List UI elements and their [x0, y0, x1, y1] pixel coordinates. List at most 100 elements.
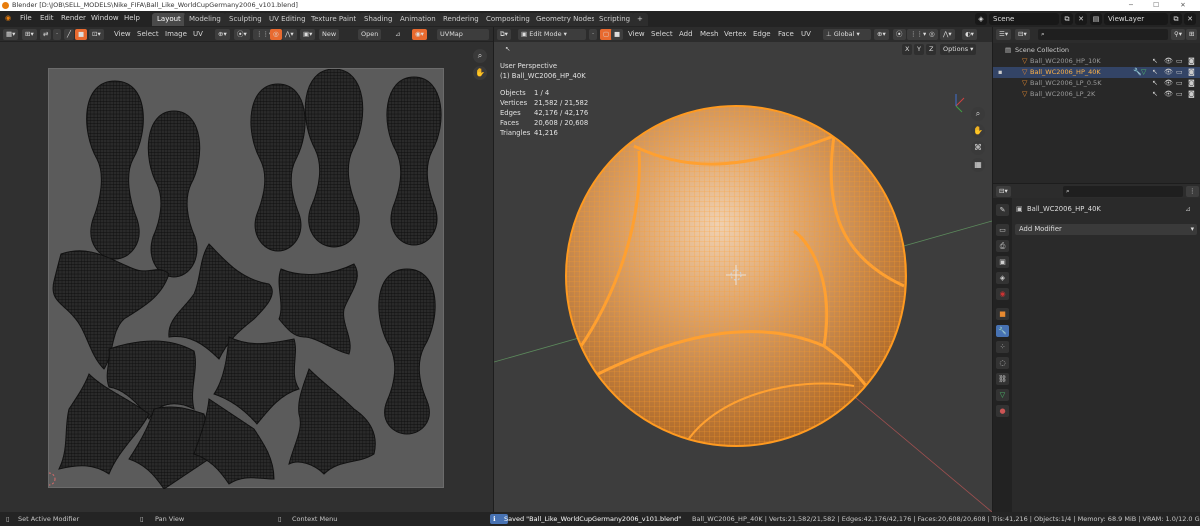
maximize-button[interactable]: ☐ [1145, 0, 1167, 11]
tab-sculpting[interactable]: Sculpting [224, 13, 267, 26]
vp-snap-icon[interactable]: ⦿ [893, 29, 906, 40]
outliner-row-object[interactable]: ▽ Ball_WC2006_LP_0.5K ↖ 👁 ▭ ◙ [993, 78, 1200, 89]
tab-scripting[interactable]: Scripting [594, 13, 636, 26]
outliner-row-object[interactable]: ▽ Ball_WC2006_LP_2K ↖ 👁 ▭ ◙ [993, 89, 1200, 100]
minimize-button[interactable]: ─ [1120, 0, 1142, 11]
modifier-tab-icon[interactable]: 🔧 [996, 325, 1009, 337]
new-viewlayer-icon[interactable]: ⧉ [1170, 13, 1182, 25]
delete-scene-icon[interactable]: ✕ [1075, 13, 1087, 25]
outliner-row-object-active[interactable]: ▪ ▽ Ball_WC2006_HP_40K 🔧 ▽ ↖ 👁 ▭ ◙ [993, 67, 1200, 78]
camera-view-icon[interactable]: ⌘ [971, 141, 985, 155]
render-monitor-icon[interactable]: ▭ [1176, 67, 1183, 78]
vp-overlays-icon[interactable]: ◐▾ [962, 29, 977, 40]
outliner-row-scene-collection[interactable]: ▤ Scene Collection [993, 45, 1200, 56]
properties-options-icon[interactable]: ⋮ [1186, 186, 1199, 197]
visibility-eye-icon[interactable]: 👁 [1164, 56, 1173, 67]
outliner-panel[interactable]: ☰▾ ⊟▾ ⌕ ⚲▾ ⊞ ▤ Scene Collection ▽ Ball_W… [993, 27, 1200, 183]
tab-compositing[interactable]: Compositing [481, 13, 535, 26]
physics-tab-icon[interactable]: ◌ [996, 357, 1009, 369]
uv-layout-canvas[interactable] [42, 68, 444, 490]
viewport-pan-icon[interactable]: ✋ [971, 124, 985, 138]
face-select-icon[interactable]: ■ [75, 29, 88, 40]
uvmap-field[interactable]: UVMap [437, 29, 489, 40]
vp-proportional-icon[interactable]: ◎ [926, 29, 938, 40]
data-tab-icon[interactable]: ▽ [996, 389, 1009, 401]
vp-menu-vertex[interactable]: Vertex [724, 30, 747, 38]
select-arrow-icon[interactable]: ↖ [1152, 78, 1158, 89]
render-camera-icon[interactable]: ◙ [1188, 78, 1195, 89]
vp-vertex-select-icon[interactable]: · [589, 29, 598, 40]
uv-editor-area[interactable]: ▦▾ ⊞▾ ⇄ · ╱ ■ ⊡▾ View Select Image UV ⊕▾… [0, 27, 493, 512]
zoom-view-icon[interactable]: ⌕ [473, 49, 487, 63]
constraints-tab-icon[interactable]: ⛓ [996, 373, 1009, 385]
sticky-selection-icon[interactable]: ⊡▾ [89, 29, 104, 40]
uv-menu-uv[interactable]: UV [193, 30, 203, 38]
image-browse-icon[interactable]: ▣▾ [300, 29, 316, 40]
tab-animation[interactable]: Animation [395, 13, 441, 26]
perspective-toggle-icon[interactable]: ▦ [971, 158, 985, 172]
vp-menu-uv[interactable]: UV [801, 30, 811, 38]
close-window-button[interactable]: ✕ [1172, 0, 1194, 11]
tab-uv-editing[interactable]: UV Editing [264, 13, 311, 26]
scene-selector[interactable]: Scene [989, 13, 1059, 25]
select-arrow-icon[interactable]: ↖ [1152, 56, 1158, 67]
add-modifier-dropdown[interactable]: Add Modifier ▾ [1015, 224, 1197, 235]
mirror-y-toggle[interactable]: Y [914, 44, 924, 55]
vp-menu-select[interactable]: Select [651, 30, 673, 38]
output-tab-icon[interactable]: ⎙ [996, 240, 1009, 252]
render-camera-icon[interactable]: ◙ [1188, 56, 1195, 67]
visibility-eye-icon[interactable]: 👁 [1164, 89, 1173, 100]
menu-render[interactable]: Render [61, 14, 86, 22]
tab-layout[interactable]: Layout [152, 13, 186, 26]
outliner-search-input[interactable]: ⌕ [1038, 29, 1168, 40]
menu-edit[interactable]: Edit [40, 14, 54, 22]
uv-menu-select[interactable]: Select [137, 30, 159, 38]
display-mode-icon[interactable]: ⊟▾ [1015, 29, 1030, 40]
new-collection-icon[interactable]: ⊞ [1186, 29, 1198, 40]
select-arrow-icon[interactable]: ↖ [1152, 89, 1158, 100]
material-tab-icon[interactable]: ● [996, 405, 1009, 417]
view-layer-tab-icon[interactable]: ▣ [996, 256, 1009, 268]
viewlayer-selector[interactable]: ViewLayer [1104, 13, 1168, 25]
add-workspace-button[interactable]: + [632, 13, 648, 26]
uv-menu-view[interactable]: View [114, 30, 131, 38]
tool-cursor-icon[interactable]: ↖ [502, 44, 513, 55]
transform-orientation-selector[interactable]: ⊥ Global ▾ [823, 29, 871, 40]
vp-menu-mesh[interactable]: Mesh [700, 30, 718, 38]
vertex-select-icon[interactable]: · [53, 29, 62, 40]
vp-menu-face[interactable]: Face [778, 30, 794, 38]
falloff-icon[interactable]: ⋀▾ [282, 29, 297, 40]
select-arrow-icon[interactable]: ↖ [1152, 67, 1158, 78]
vp-pivot-icon[interactable]: ⊕▾ [874, 29, 889, 40]
mirror-x-toggle[interactable]: X [902, 44, 913, 55]
properties-type-icon[interactable]: ⊟▾ [996, 186, 1011, 197]
tab-texture-paint[interactable]: Texture Paint [306, 13, 362, 26]
3d-viewport-area[interactable]: ⧉▾ ▣ Edit Mode ▾ · ▢ ■ View Select Add M… [494, 27, 992, 512]
open-image-button[interactable]: Open [358, 29, 382, 40]
edit-mode-selector[interactable]: ▣ Edit Mode ▾ [518, 29, 586, 40]
uv-vertex-color-icon[interactable]: ◉▾ [412, 29, 427, 40]
scene-tab-icon[interactable]: ◈ [996, 272, 1009, 284]
outliner-row-object[interactable]: ▽ Ball_WC2006_HP_10K ↖ 👁 ▭ ◙ [993, 56, 1200, 67]
render-tab-icon[interactable]: ▭ [996, 224, 1009, 236]
tool-tab-icon[interactable]: ✎ [996, 204, 1009, 216]
new-scene-icon[interactable]: ⧉ [1061, 13, 1073, 25]
pin-properties-icon[interactable]: ⊿ [1185, 205, 1191, 213]
visibility-eye-icon[interactable]: 👁 [1164, 67, 1173, 78]
render-monitor-icon[interactable]: ▭ [1176, 56, 1183, 67]
tab-shading[interactable]: Shading [359, 13, 398, 26]
tab-geometry-nodes[interactable]: Geometry Nodes [531, 13, 601, 26]
world-tab-icon[interactable]: ◉ [996, 288, 1009, 300]
sync-selection-icon[interactable]: ⇄ [40, 29, 52, 40]
transform-pivot-icon[interactable]: ⊕▾ [215, 29, 230, 40]
snap-icon[interactable]: ⦿▾ [234, 29, 250, 40]
menu-help[interactable]: Help [124, 14, 140, 22]
visibility-eye-icon[interactable]: 👁 [1164, 78, 1173, 89]
mode-icon[interactable]: ⊞▾ [22, 29, 37, 40]
render-camera-icon[interactable]: ◙ [1188, 67, 1195, 78]
new-image-button[interactable]: New [319, 29, 340, 40]
uv-menu-image[interactable]: Image [165, 30, 187, 38]
editor-type-icon[interactable]: ▦▾ [3, 29, 19, 40]
proportional-editing-icon[interactable]: ◎ [270, 29, 282, 40]
vp-menu-view[interactable]: View [628, 30, 645, 38]
